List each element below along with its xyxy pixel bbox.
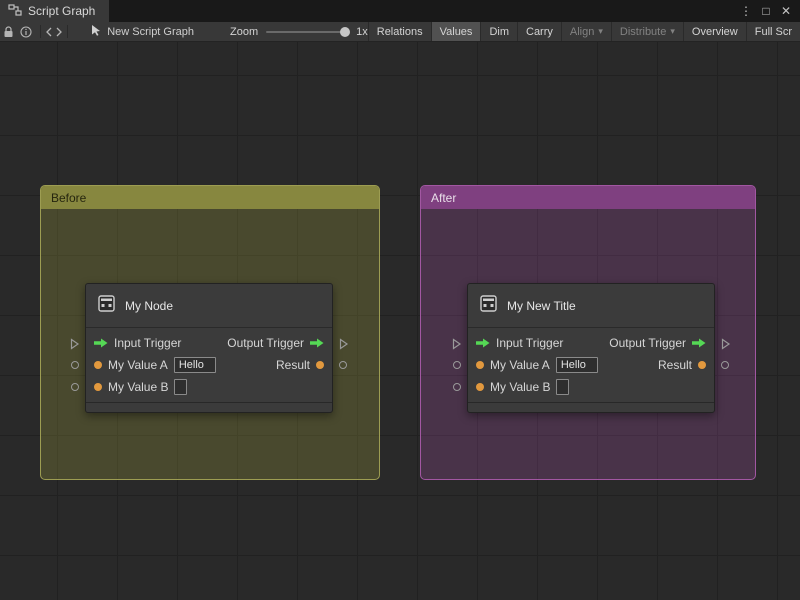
value-port-icon	[698, 361, 706, 369]
port-row: My Value B	[86, 376, 332, 398]
node-header[interactable]: My New Title	[468, 284, 714, 328]
relations-button[interactable]: Relations	[367, 22, 431, 41]
value-a-port[interactable]: My Value A	[476, 357, 598, 373]
group-label: After	[431, 190, 457, 205]
value-b-input[interactable]	[556, 379, 570, 395]
value-b-input[interactable]	[174, 379, 188, 395]
flow-arrow-icon	[94, 338, 108, 348]
port-row: My Value A Result	[468, 354, 714, 376]
input-flow-port-marker[interactable]	[451, 337, 462, 355]
zoom-slider-knob[interactable]	[340, 26, 351, 37]
tab-label: Script Graph	[28, 4, 96, 18]
input-value-port-marker[interactable]	[71, 383, 79, 391]
node-title: My Node	[125, 298, 174, 313]
window-controls: ⋮ □ ✕	[738, 2, 800, 20]
value-port-icon	[476, 383, 484, 391]
node-my-new-title[interactable]: My New Title Input Trigger Output Trigge…	[467, 283, 715, 413]
zoom-value: 1x	[356, 25, 368, 38]
zoom-control: Zoom 1x	[230, 26, 368, 38]
input-trigger-port[interactable]: Input Trigger	[476, 336, 563, 350]
graph-toolbar: New Script Graph Zoom 1x Relations Value…	[0, 22, 800, 42]
graph-breadcrumb: New Script Graph	[91, 24, 194, 39]
graph-name: New Script Graph	[107, 25, 194, 38]
code-graph-icon[interactable]	[45, 22, 62, 41]
values-button[interactable]: Values	[430, 22, 481, 41]
port-row: Input Trigger Output Trigger	[468, 332, 714, 354]
input-flow-port-marker[interactable]	[69, 337, 80, 355]
unit-icon	[479, 294, 498, 318]
input-trigger-port[interactable]: Input Trigger	[94, 336, 181, 350]
group-before-header[interactable]: Before	[41, 186, 379, 209]
node-wrapper-before: My Node Input Trigger Output Trigger My …	[65, 283, 353, 415]
value-port-icon	[476, 361, 484, 369]
zoom-slider[interactable]	[266, 26, 351, 37]
node-ports: Input Trigger Output Trigger My Value A	[468, 328, 714, 402]
value-b-port[interactable]: My Value B	[94, 379, 188, 395]
output-flow-port-marker[interactable]	[338, 337, 349, 355]
node-wrapper-after: My New Title Input Trigger Output Trigge…	[447, 283, 735, 415]
port-row: My Value A Result	[86, 354, 332, 376]
group-label: Before	[51, 190, 87, 205]
tab-script-graph[interactable]: Script Graph	[0, 0, 110, 22]
value-port-icon	[94, 361, 102, 369]
output-flow-port-marker[interactable]	[720, 337, 731, 355]
value-a-input[interactable]	[555, 357, 598, 373]
value-a-port[interactable]: My Value A	[94, 357, 216, 373]
dropdown-arrow-icon: ▾	[598, 26, 603, 36]
node-footer	[468, 402, 714, 412]
fullscreen-button[interactable]: Full Scr	[745, 22, 800, 41]
dim-button[interactable]: Dim	[480, 22, 517, 41]
value-b-port[interactable]: My Value B	[476, 379, 570, 395]
cursor-icon	[91, 24, 101, 39]
dropdown-arrow-icon: ▾	[670, 26, 675, 36]
input-value-port-marker[interactable]	[453, 361, 461, 369]
group-after-header[interactable]: After	[421, 186, 755, 209]
value-port-icon	[94, 383, 102, 391]
output-trigger-port[interactable]: Output Trigger	[227, 336, 324, 350]
output-value-port-marker[interactable]	[339, 361, 347, 369]
unit-icon	[97, 294, 116, 318]
maximize-icon[interactable]: □	[758, 2, 774, 20]
port-row: My Value B	[468, 376, 714, 398]
node-ports: Input Trigger Output Trigger My Value A	[86, 328, 332, 402]
carry-button[interactable]: Carry	[517, 22, 561, 41]
close-icon[interactable]: ✕	[778, 2, 794, 20]
flow-arrow-icon	[476, 338, 490, 348]
graph-canvas[interactable]: Before After My Node Input Trigger Outpu…	[0, 42, 800, 600]
result-port[interactable]: Result	[276, 358, 324, 372]
lock-icon[interactable]	[0, 22, 17, 41]
toolbar-divider	[67, 25, 69, 38]
menu-icon[interactable]: ⋮	[738, 2, 754, 20]
node-footer	[86, 402, 332, 412]
input-value-port-marker[interactable]	[453, 383, 461, 391]
align-button[interactable]: Align ▾	[560, 22, 611, 41]
overview-button[interactable]: Overview	[682, 22, 746, 41]
value-port-icon	[316, 361, 324, 369]
toolbar-buttons: Relations Values Dim Carry Align ▾ Distri…	[367, 22, 800, 41]
node-my-node[interactable]: My Node Input Trigger Output Trigger My …	[85, 283, 333, 413]
node-title: My New Title	[507, 298, 576, 313]
zoom-label: Zoom	[230, 25, 259, 38]
output-value-port-marker[interactable]	[721, 361, 729, 369]
input-value-port-marker[interactable]	[71, 361, 79, 369]
port-row: Input Trigger Output Trigger	[86, 332, 332, 354]
script-graph-window: Script Graph ⋮ □ ✕ New Script Graph Zoom	[0, 0, 800, 600]
node-header[interactable]: My Node	[86, 284, 332, 328]
tab-bar: Script Graph ⋮ □ ✕	[0, 0, 800, 22]
output-trigger-port[interactable]: Output Trigger	[609, 336, 706, 350]
result-port[interactable]: Result	[658, 358, 706, 372]
flow-arrow-icon	[310, 338, 324, 348]
toolbar-divider	[39, 25, 41, 38]
script-graph-icon	[8, 3, 22, 19]
distribute-button[interactable]: Distribute ▾	[610, 22, 683, 41]
value-a-input[interactable]	[173, 357, 216, 373]
info-icon[interactable]	[17, 22, 34, 41]
flow-arrow-icon	[692, 338, 706, 348]
